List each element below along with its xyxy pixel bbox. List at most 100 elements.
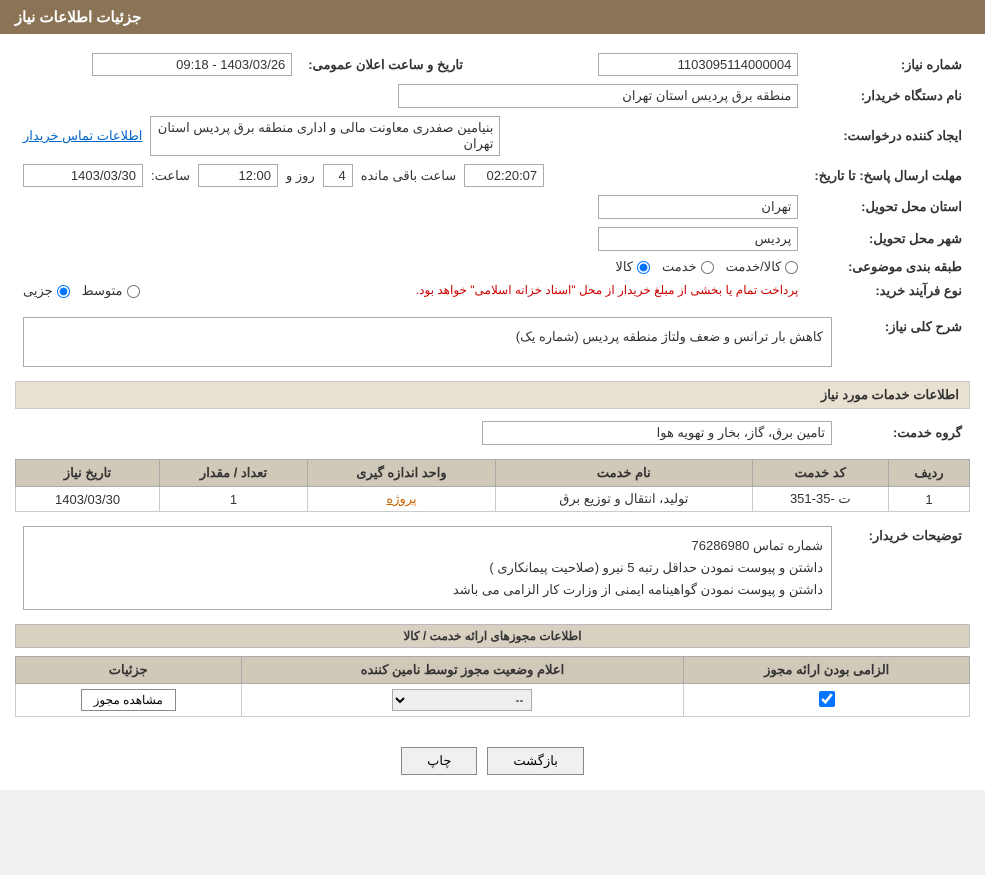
need-description-value: کاهش بار ترانس و ضعف ولتاژ منطقه پردیس (… xyxy=(15,313,840,371)
buyer-notes-line3: داشتن و پیوست نمودن گواهینامه ایمنی از و… xyxy=(32,579,823,601)
perm-status-cell: -- xyxy=(241,684,684,717)
announcement-date-label: تاریخ و ساعت اعلان عمومی: xyxy=(300,49,471,80)
need-number-label: شماره نیاز: xyxy=(806,49,970,80)
deadline-time-input[interactable]: 12:00 xyxy=(198,164,278,187)
perm-status-select[interactable]: -- xyxy=(392,689,532,711)
page-wrapper: جزئیات اطلاعات نیاز شماره نیاز: 11030951… xyxy=(0,0,985,790)
purchase-radio2-label: متوسط xyxy=(82,283,123,299)
col-service-code: کد خدمت xyxy=(752,460,888,487)
back-button[interactable]: بازگشت xyxy=(487,747,583,775)
table-row: 1 ت -35-351 تولید، انتقال و توزیع برق پر… xyxy=(16,487,970,512)
deadline-date-input[interactable]: 1403/03/30 xyxy=(23,164,143,187)
need-description-text: کاهش بار ترانس و ضعف ولتاژ منطقه پردیس (… xyxy=(516,329,823,344)
service-group-table: گروه خدمت: تامین برق، گاز، بخار و تهویه … xyxy=(15,417,970,449)
purchase-radio-detail[interactable]: جزیی xyxy=(23,283,70,299)
category-radio-kala[interactable]: کالا xyxy=(615,259,650,275)
services-section-title: اطلاعات خدمات مورد نیاز xyxy=(15,381,970,409)
print-button[interactable]: چاپ xyxy=(401,747,477,775)
services-table-body: 1 ت -35-351 تولید، انتقال و توزیع برق پر… xyxy=(16,487,970,512)
deadline-remaining-input[interactable]: 02:20:07 xyxy=(464,164,544,187)
service-group-value: تامین برق، گاز، بخار و تهویه هوا xyxy=(15,417,840,449)
row-deadline: مهلت ارسال پاسخ: تا تاریخ: 02:20:07 ساعت… xyxy=(15,160,970,191)
permissions-section-title: اطلاعات مجوزهای ارائه خدمت / کالا xyxy=(15,624,970,648)
radio-detail[interactable] xyxy=(57,285,70,298)
cell-unit[interactable]: پروژه xyxy=(307,487,495,512)
footer-buttons: بازگشت چاپ xyxy=(0,732,985,790)
services-table-header: ردیف کد خدمت نام خدمت واحد اندازه گیری ت… xyxy=(16,460,970,487)
row-purchase-type: نوع فرآیند خرید: پرداخت تمام یا بخشی از … xyxy=(15,279,970,303)
city-label: شهر محل تحویل: xyxy=(806,223,970,255)
cell-service-name: تولید، انتقال و توزیع برق xyxy=(496,487,753,512)
radio-khedmat[interactable] xyxy=(701,261,714,274)
buyer-notes-value: شماره تماس 76286980 داشتن و پیوست نمودن … xyxy=(15,522,840,614)
city-input[interactable]: پردیس xyxy=(598,227,798,251)
row-creator: ایجاد کننده درخواست: بنیامین صفدری معاون… xyxy=(15,112,970,160)
category-radio-kala-khedmat[interactable]: کالا/خدمت xyxy=(726,259,799,275)
contact-link[interactable]: اطلاعات تماس خریدار xyxy=(23,128,142,144)
category-label: طبقه بندی موضوعی: xyxy=(806,255,970,279)
col-unit: واحد اندازه گیری xyxy=(307,460,495,487)
cell-row: 1 xyxy=(888,487,969,512)
buyer-notes-line1: شماره تماس 76286980 xyxy=(32,535,823,557)
buyer-notes-table: توضیحات خریدار: شماره تماس 76286980 داشت… xyxy=(15,522,970,614)
row-need-description: شرح کلی نیاز: کاهش بار ترانس و ضعف ولتاژ… xyxy=(15,313,970,371)
creator-input[interactable]: بنیامین صفدری معاونت مالی و اداری منطقه … xyxy=(150,116,500,156)
perm-col-required: الزامی بودن ارائه مجوز xyxy=(684,657,970,684)
row-service-group: گروه خدمت: تامین برق، گاز، بخار و تهویه … xyxy=(15,417,970,449)
permissions-header: الزامی بودن ارائه مجوز اعلام وضعیت مجوز … xyxy=(16,657,970,684)
service-group-input[interactable]: تامین برق، گاز، بخار و تهویه هوا xyxy=(482,421,832,445)
buyer-notes-box: شماره تماس 76286980 داشتن و پیوست نمودن … xyxy=(23,526,832,610)
col-service-name: نام خدمت xyxy=(496,460,753,487)
service-group-label: گروه خدمت: xyxy=(840,417,970,449)
deadline-label: مهلت ارسال پاسخ: تا تاریخ: xyxy=(806,160,970,191)
deadline-days-input[interactable]: 4 xyxy=(323,164,353,187)
city-value: پردیس xyxy=(15,223,806,255)
view-permit-button[interactable]: مشاهده مجوز xyxy=(81,689,176,711)
perm-required-checkbox[interactable] xyxy=(819,691,835,707)
row-category: طبقه بندی موضوعی: کالا/خدمت خدمت xyxy=(15,255,970,279)
row-city: شهر محل تحویل: پردیس xyxy=(15,223,970,255)
need-number-input[interactable]: 1103095114000004 xyxy=(598,53,798,76)
buyer-org-input[interactable]: منطقه برق پردیس استان تهران xyxy=(398,84,798,108)
row-need-number: شماره نیاز: 1103095114000004 تاریخ و ساع… xyxy=(15,49,970,80)
page-title: جزئیات اطلاعات نیاز xyxy=(15,9,142,26)
radio-kala[interactable] xyxy=(637,261,650,274)
need-number-value: 1103095114000004 xyxy=(521,49,806,80)
category-radios: کالا/خدمت خدمت کالا xyxy=(15,255,806,279)
main-info-table: شماره نیاز: 1103095114000004 تاریخ و ساع… xyxy=(15,49,970,303)
announcement-date-input[interactable]: 1403/03/26 - 09:18 xyxy=(92,53,292,76)
need-description-label: شرح کلی نیاز: xyxy=(840,313,970,371)
radio-medium[interactable] xyxy=(127,285,140,298)
category-radio-khedmat[interactable]: خدمت xyxy=(662,259,714,275)
services-header-row: ردیف کد خدمت نام خدمت واحد اندازه گیری ت… xyxy=(16,460,970,487)
content-area: شماره نیاز: 1103095114000004 تاریخ و ساع… xyxy=(0,34,985,732)
page-header: جزئیات اطلاعات نیاز xyxy=(0,0,985,34)
deadline-value: 02:20:07 ساعت باقی مانده 4 روز و 12:00 س… xyxy=(15,160,806,191)
buyer-org-label: نام دستگاه خریدار: xyxy=(806,80,970,112)
services-data-table: ردیف کد خدمت نام خدمت واحد اندازه گیری ت… xyxy=(15,459,970,512)
deadline-remaining-label: ساعت باقی مانده xyxy=(361,168,456,184)
row-buyer-notes: توضیحات خریدار: شماره تماس 76286980 داشت… xyxy=(15,522,970,614)
creator-value: بنیامین صفدری معاونت مالی و اداری منطقه … xyxy=(15,112,806,160)
row-province: استان محل تحویل: تهران xyxy=(15,191,970,223)
province-input[interactable]: تهران xyxy=(598,195,798,219)
announcement-date-value: 1403/03/26 - 09:18 xyxy=(15,49,300,80)
creator-label: ایجاد کننده درخواست: xyxy=(806,112,970,160)
buyer-notes-label: توضیحات خریدار: xyxy=(840,522,970,614)
perm-required-cell xyxy=(684,684,970,717)
permissions-body: -- مشاهده مجوز xyxy=(16,684,970,717)
buyer-org-value: منطقه برق پردیس استان تهران xyxy=(15,80,806,112)
permissions-table: الزامی بودن ارائه مجوز اعلام وضعیت مجوز … xyxy=(15,656,970,717)
perm-col-details: جزئیات xyxy=(16,657,242,684)
radio-kala-khedmat[interactable] xyxy=(785,261,798,274)
row-buyer-org: نام دستگاه خریدار: منطقه برق پردیس استان… xyxy=(15,80,970,112)
need-description-box: کاهش بار ترانس و ضعف ولتاژ منطقه پردیس (… xyxy=(23,317,832,367)
perm-col-status: اعلام وضعیت مجوز توسط نامین کننده xyxy=(241,657,684,684)
purchase-type-label: نوع فرآیند خرید: xyxy=(806,279,970,303)
col-date: تاریخ نیاز xyxy=(16,460,160,487)
purchase-radio-medium[interactable]: متوسط xyxy=(82,283,140,299)
perm-details-cell: مشاهده مجوز xyxy=(16,684,242,717)
category-radio1-label: کالا xyxy=(615,259,633,275)
category-radio2-label: خدمت xyxy=(662,259,697,275)
purchase-warning: پرداخت تمام یا بخشی از مبلغ خریدار از مح… xyxy=(148,283,799,297)
